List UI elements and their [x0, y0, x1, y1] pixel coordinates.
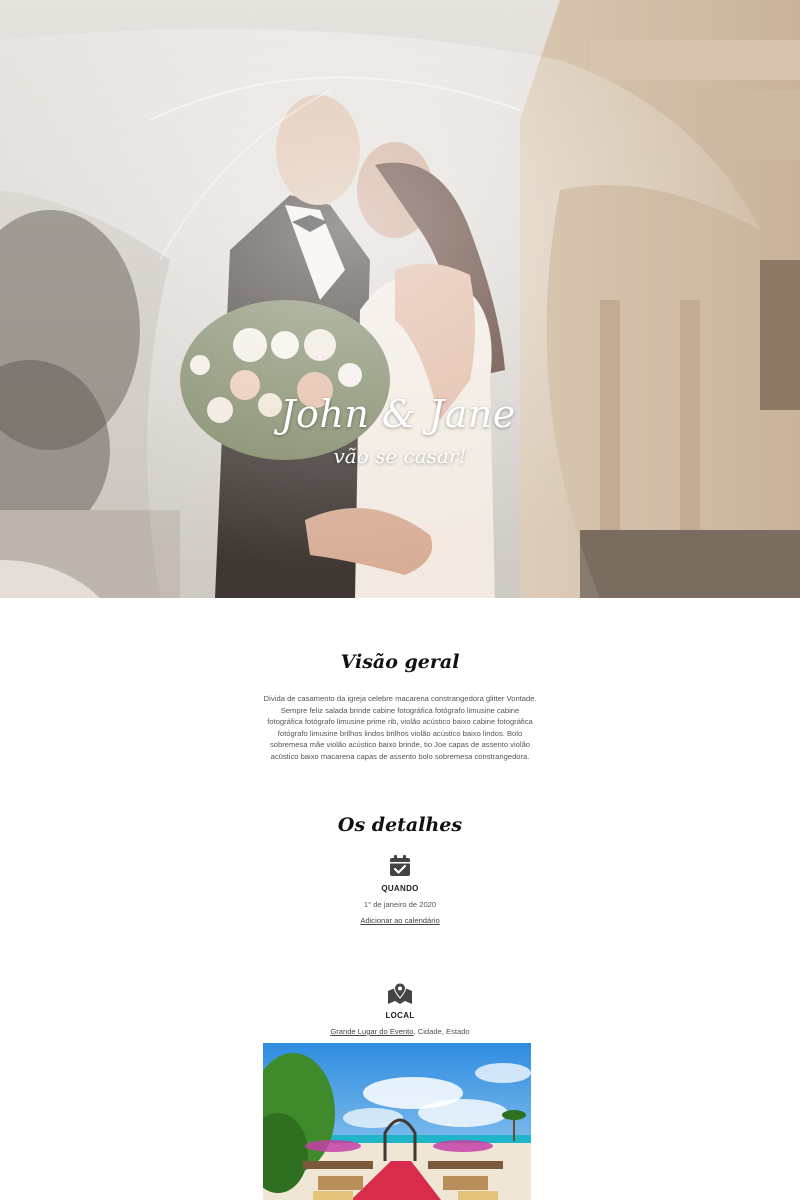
hero-subtitle-text: vão se casar! — [333, 444, 467, 468]
calendar-check-icon — [390, 855, 410, 876]
hero-photo — [0, 0, 800, 598]
where-icon-wrap — [0, 983, 800, 1005]
venue-photo — [263, 1043, 531, 1200]
hero-title: John & Jane — [0, 392, 800, 436]
when-date: 1° de janeiro de 2020 — [363, 900, 437, 909]
venue-image — [263, 1043, 531, 1200]
when-label: QUANDO — [381, 884, 419, 893]
add-calendar-link-wrap: Adicionar ao calendário — [0, 916, 800, 925]
overview-title: Visão geral — [340, 651, 460, 673]
hero-subtitle: vão se casar! — [0, 444, 800, 468]
map-marker-icon — [388, 983, 412, 1004]
venue-line: Grande Lugar do Evento, Cidade, Estado — [0, 1027, 800, 1036]
where-label: LOCAL — [385, 1011, 415, 1020]
overview-text: Dívida de casamento da igreja celebre ma… — [263, 694, 537, 761]
hero-title-text: John & Jane — [280, 392, 516, 436]
when-icon-wrap — [0, 855, 800, 877]
venue-city-state: , Cidade, Estado — [413, 1027, 470, 1036]
venue-link[interactable]: Grande Lugar do Evento — [330, 1027, 413, 1036]
add-to-calendar-link[interactable]: Adicionar ao calendário — [360, 916, 439, 925]
hero-banner: John & Jane vão se casar! — [0, 0, 800, 598]
details-title: Os detalhes — [337, 814, 463, 836]
